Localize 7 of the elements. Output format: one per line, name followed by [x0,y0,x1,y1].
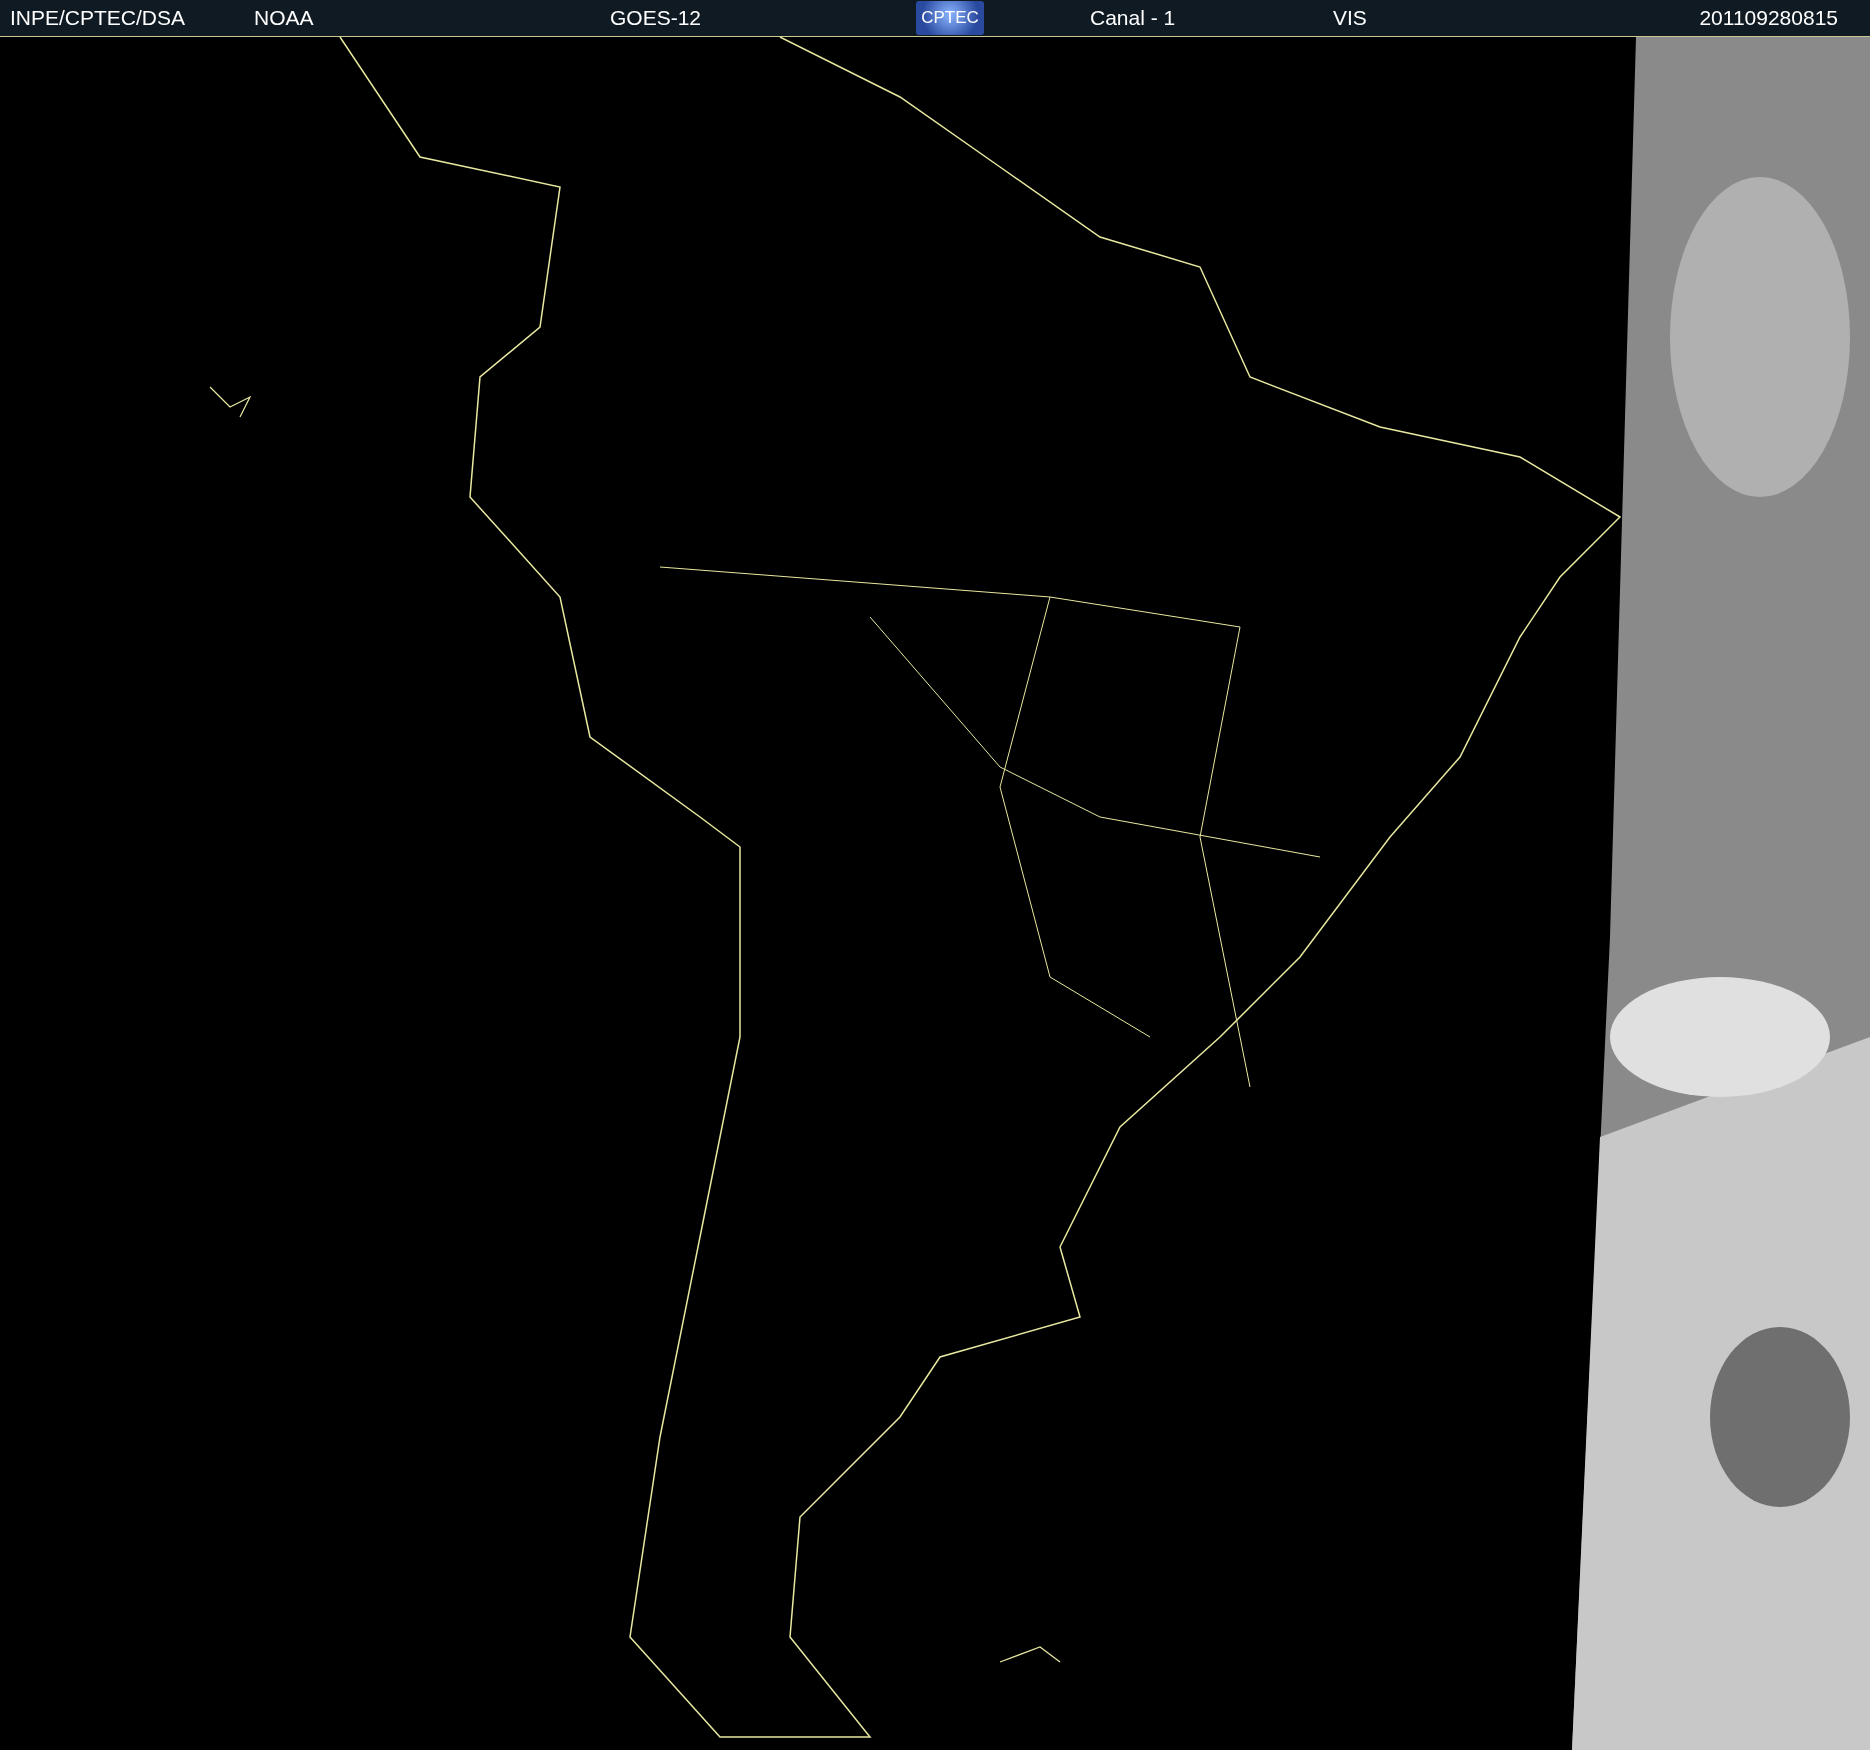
agency-label: NOAA [253,6,315,30]
satellite-label: GOES-12 [609,6,703,30]
logo: CPTEC [916,1,984,35]
source-label: INPE/CPTEC/DSA [9,6,187,30]
band-label: VIS [1332,6,1368,30]
channel-label: Canal - 1 [1089,6,1177,30]
timestamp-label: 201109280815 [1698,6,1839,30]
